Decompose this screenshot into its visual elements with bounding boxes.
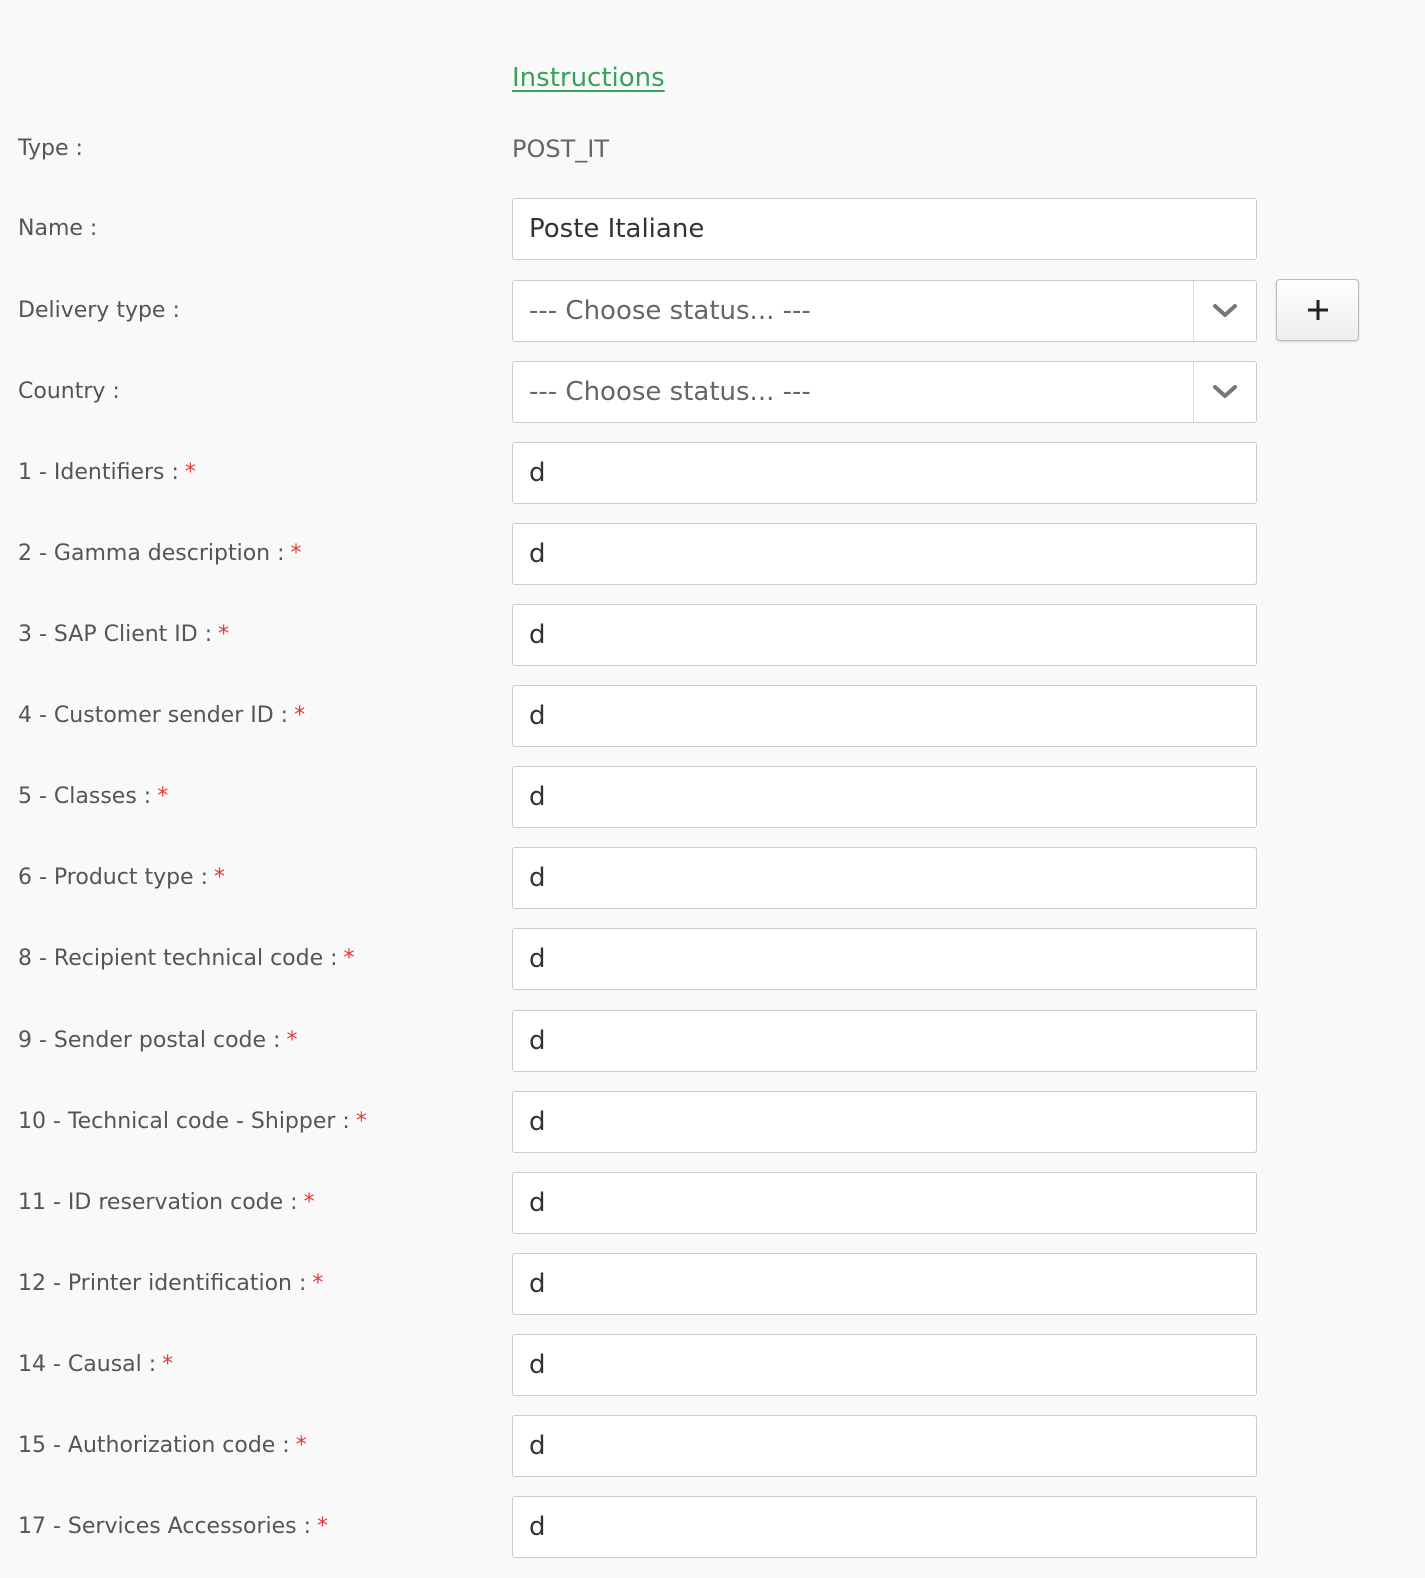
name-input[interactable]	[512, 198, 1257, 260]
field-label: 4 - Customer sender ID : *	[18, 703, 306, 728]
customer-sender-id-input[interactable]	[512, 685, 1257, 747]
field-row: 12 - Printer identification : *	[0, 1253, 1425, 1315]
field-row: 10 - Technical code - Shipper : *	[0, 1091, 1425, 1153]
field-row: 6 - Product type : *	[0, 847, 1425, 909]
required-marker: *	[295, 1433, 307, 1458]
required-marker: *	[294, 703, 306, 728]
field-row: 1 - Identifiers : *	[0, 442, 1425, 504]
sap-client-id-input[interactable]	[512, 604, 1257, 666]
field-row: 9 - Sender postal code : *	[0, 1010, 1425, 1072]
required-marker: *	[312, 1271, 324, 1296]
required-marker: *	[290, 541, 302, 566]
required-marker: *	[343, 946, 355, 971]
field-row: 2 - Gamma description : *	[0, 523, 1425, 585]
product-type-input[interactable]	[512, 847, 1257, 909]
name-row: Name :	[0, 198, 1425, 260]
name-label: Name :	[18, 216, 98, 241]
authorization-code-input[interactable]	[512, 1415, 1257, 1477]
field-row: 14 - Causal : *	[0, 1334, 1425, 1396]
field-label: 5 - Classes : *	[18, 784, 169, 809]
chevron-down-icon[interactable]	[1193, 281, 1256, 341]
field-label: 3 - SAP Client ID : *	[18, 622, 230, 647]
printer-identification-input[interactable]	[512, 1253, 1257, 1315]
type-value: POST_IT	[512, 135, 609, 163]
delivery-type-label: Delivery type :	[18, 298, 180, 323]
field-label: 1 - Identifiers : *	[18, 460, 196, 485]
sender-postal-code-input[interactable]	[512, 1010, 1257, 1072]
causal-input[interactable]	[512, 1334, 1257, 1396]
field-row: 3 - SAP Client ID : *	[0, 604, 1425, 666]
field-label: 10 - Technical code - Shipper : *	[18, 1109, 367, 1134]
instructions-link[interactable]: Instructions	[512, 58, 665, 98]
id-reservation-code-input[interactable]	[512, 1172, 1257, 1234]
field-row: 11 - ID reservation code : *	[0, 1172, 1425, 1234]
required-marker: *	[355, 1109, 367, 1134]
field-row: 15 - Authorization code : *	[0, 1415, 1425, 1477]
delivery-type-selected: --- Choose status... ---	[529, 296, 811, 326]
field-label: 2 - Gamma description : *	[18, 541, 302, 566]
required-marker: *	[218, 622, 230, 647]
delivery-type-select[interactable]: --- Choose status... ---	[512, 280, 1257, 342]
field-label: 9 - Sender postal code : *	[18, 1028, 298, 1053]
technical-code-shipper-input[interactable]	[512, 1091, 1257, 1153]
type-label: Type :	[18, 136, 83, 161]
field-label: 8 - Recipient technical code : *	[18, 946, 355, 971]
field-label: 6 - Product type : *	[18, 865, 225, 890]
field-row: 5 - Classes : *	[0, 766, 1425, 828]
field-label: 17 - Services Accessories : *	[18, 1514, 329, 1539]
required-marker: *	[317, 1514, 329, 1539]
required-marker: *	[184, 460, 196, 485]
country-row: Country : --- Choose status... ---	[0, 361, 1425, 423]
delivery-type-row: Delivery type : --- Choose status... ---	[0, 279, 1425, 342]
field-row: 17 - Services Accessories : *	[0, 1496, 1425, 1558]
field-label: 12 - Printer identification : *	[18, 1271, 324, 1296]
field-row: 4 - Customer sender ID : *	[0, 685, 1425, 747]
country-label: Country :	[18, 379, 120, 404]
country-select[interactable]: --- Choose status... ---	[512, 361, 1257, 423]
field-label: 11 - ID reservation code : *	[18, 1190, 315, 1215]
field-row: 8 - Recipient technical code : *	[0, 928, 1425, 990]
country-selected: --- Choose status... ---	[529, 377, 811, 407]
add-delivery-type-button[interactable]	[1276, 279, 1359, 341]
plus-icon	[1307, 300, 1328, 320]
services-accessories-input[interactable]	[512, 1496, 1257, 1558]
recipient-technical-code-input[interactable]	[512, 928, 1257, 990]
field-label: 15 - Authorization code : *	[18, 1433, 307, 1458]
gamma-description-input[interactable]	[512, 523, 1257, 585]
identifiers-input[interactable]	[512, 442, 1257, 504]
field-label: 14 - Causal : *	[18, 1352, 174, 1377]
required-marker: *	[303, 1190, 315, 1215]
required-marker: *	[162, 1352, 174, 1377]
required-marker: *	[157, 784, 169, 809]
chevron-down-icon[interactable]	[1193, 362, 1256, 422]
required-marker: *	[286, 1028, 298, 1053]
required-marker: *	[214, 865, 225, 890]
type-row: Type : POST_IT	[0, 118, 1425, 180]
classes-input[interactable]	[512, 766, 1257, 828]
